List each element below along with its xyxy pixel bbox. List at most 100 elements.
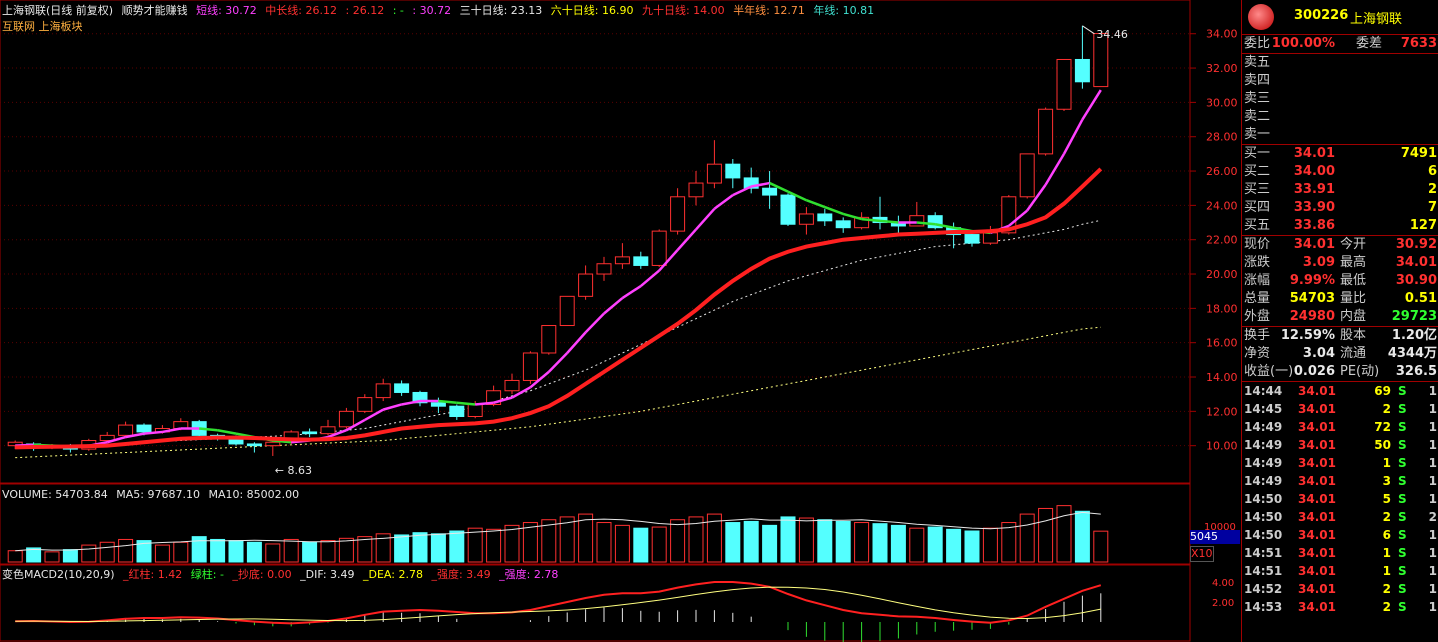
volume-bar	[633, 527, 649, 563]
stat2-label: 收益(一)	[1244, 364, 1294, 379]
volume-bar	[890, 524, 906, 563]
sell-level-row: 卖一	[1242, 126, 1438, 144]
stat-value: 24980	[1289, 309, 1335, 324]
volume-bar	[228, 540, 244, 563]
kline-chart-area[interactable]: 34.00 32.00 30.00 28.00 26.00 24.00 22.00 20.00…	[0, 0, 1240, 642]
tick-row[interactable]: 14:52 34.01 2 S 1	[1242, 580, 1438, 598]
volume-bar	[338, 537, 354, 563]
candle-body	[835, 220, 851, 229]
low-annotation: ← 8.63	[275, 464, 312, 477]
sell-levels: 卖五 卖四 卖三 卖二 卖一	[1242, 54, 1438, 144]
buy-level-label: 买三	[1244, 182, 1271, 197]
volume-bar	[670, 519, 686, 563]
stat-row: 涨跌 3.09 最高 34.01	[1242, 254, 1438, 272]
volume-bar	[1038, 507, 1054, 563]
candle-body	[614, 256, 630, 265]
volume-bar	[118, 538, 134, 563]
volume-bar	[651, 526, 667, 563]
ma-short-segment	[475, 401, 494, 406]
ma30-line	[15, 219, 1101, 447]
price-axis-label: 22.00	[1206, 234, 1238, 247]
broker-logo-icon	[1248, 4, 1274, 30]
price-axis-label: 34.00	[1206, 28, 1238, 41]
stat2-label-2: 流通	[1340, 346, 1367, 361]
tick-side: S	[1398, 384, 1407, 398]
candle-body	[982, 232, 998, 244]
tick-row[interactable]: 14:50 34.01 2 S 2	[1242, 508, 1438, 526]
volume-bar	[854, 522, 870, 563]
volume-bar	[7, 550, 23, 563]
stat-label: 涨跌	[1244, 255, 1271, 270]
volume-bar	[578, 513, 594, 563]
tick-volume: 2	[1382, 510, 1391, 524]
tick-row[interactable]: 14:49 34.01 72 S 1	[1242, 418, 1438, 436]
tick-row[interactable]: 14:51 34.01 1 S 1	[1242, 544, 1438, 562]
tick-row[interactable]: 14:49 34.01 1 S 1	[1242, 454, 1438, 472]
tick-side: S	[1398, 402, 1407, 416]
buy-level-row: 买二 34.00 6	[1242, 163, 1438, 181]
tick-count: 1	[1428, 600, 1437, 614]
kline-chart[interactable]: 34.00 32.00 30.00 28.00 26.00 24.00 22.00 20.00…	[0, 0, 1240, 642]
tick-side: S	[1398, 564, 1407, 578]
stock-title: 上海钢联(日线 前复权)	[2, 4, 114, 17]
tick-price: 34.01	[1298, 546, 1336, 560]
tick-count: 1	[1428, 546, 1437, 560]
tick-time: 14:49	[1244, 420, 1283, 434]
tick-time: 14:49	[1244, 438, 1283, 452]
sell-level-label: 卖一	[1244, 127, 1271, 142]
macd-red-bar: _红柱: 1.42	[123, 568, 183, 581]
ma-short-segment	[547, 352, 569, 373]
stat-row: 总量 54703 量比 0.51	[1242, 290, 1438, 308]
macd-dif: _DIF: 3.49	[300, 568, 355, 581]
ma-short-segment	[438, 399, 457, 405]
tick-side: S	[1398, 420, 1407, 434]
tick-row[interactable]: 14:51 34.01 1 S 1	[1242, 562, 1438, 580]
tick-row[interactable]: 14:49 34.01 50 S 1	[1242, 436, 1438, 454]
ma60-label: 六十日线: 16.90	[550, 4, 634, 17]
volume-bar	[467, 527, 483, 563]
candle-body	[1038, 108, 1054, 155]
buy-level-volume: 7	[1427, 200, 1437, 215]
stat-label-2: 量比	[1340, 291, 1367, 306]
stat-label-2: 最低	[1340, 273, 1367, 288]
tick-row[interactable]: 14:44 34.01 69 S 1	[1242, 382, 1438, 400]
price-axis-label: 28.00	[1206, 131, 1238, 144]
volume-bar	[982, 527, 998, 563]
macd-dif-line	[15, 581, 1102, 625]
tick-volume: 69	[1374, 384, 1391, 398]
tick-volume: 1	[1382, 564, 1391, 578]
tick-list[interactable]: 14:44 34.01 69 S 1 14:45 34.01 2 S 1 14:49 34.01 72 S…	[1242, 382, 1438, 616]
volume-ma5: MA5: 97687.10	[116, 488, 200, 501]
tick-row[interactable]: 14:50 34.01 6 S 1	[1242, 526, 1438, 544]
sell-level-label: 卖四	[1244, 73, 1271, 88]
tick-price: 34.01	[1298, 492, 1336, 506]
tick-side: S	[1398, 438, 1407, 452]
buy-level-price: 34.01	[1293, 146, 1335, 161]
tick-time: 14:49	[1244, 456, 1283, 470]
stat-value-2: 29723	[1391, 309, 1437, 324]
tick-count: 1	[1428, 492, 1437, 506]
price-axis-label: 20.00	[1206, 268, 1238, 281]
volume-bar	[486, 528, 502, 563]
tick-volume: 2	[1382, 600, 1391, 614]
tick-count: 2	[1428, 510, 1437, 524]
ma-short-segment	[566, 331, 587, 354]
tick-side: S	[1398, 510, 1407, 524]
tick-row[interactable]: 14:53 34.01 2 S 1	[1242, 598, 1438, 616]
ma-short-segment	[805, 199, 826, 209]
tick-row[interactable]: 14:50 34.01 5 S 1	[1242, 490, 1438, 508]
ma-short-segment	[143, 430, 163, 435]
macd-strong2: _强度: 2.78	[499, 568, 559, 581]
ma250-label: 年线: 10.81	[813, 4, 875, 17]
ma120-label: 半年线: 12.71	[733, 4, 805, 17]
ma-short-segment	[861, 217, 881, 223]
ma-x-label: : 30.72	[412, 4, 452, 17]
tick-row[interactable]: 14:49 34.01 3 S 1	[1242, 472, 1438, 490]
price-axis-label: 16.00	[1206, 337, 1238, 350]
tick-time: 14:50	[1244, 492, 1283, 506]
candle-body	[522, 352, 538, 381]
ma-short-segment	[456, 401, 476, 406]
stat-value: 9.99%	[1289, 273, 1335, 288]
buy-level-row: 买四 33.90 7	[1242, 199, 1438, 217]
tick-row[interactable]: 14:45 34.01 2 S 1	[1242, 400, 1438, 418]
